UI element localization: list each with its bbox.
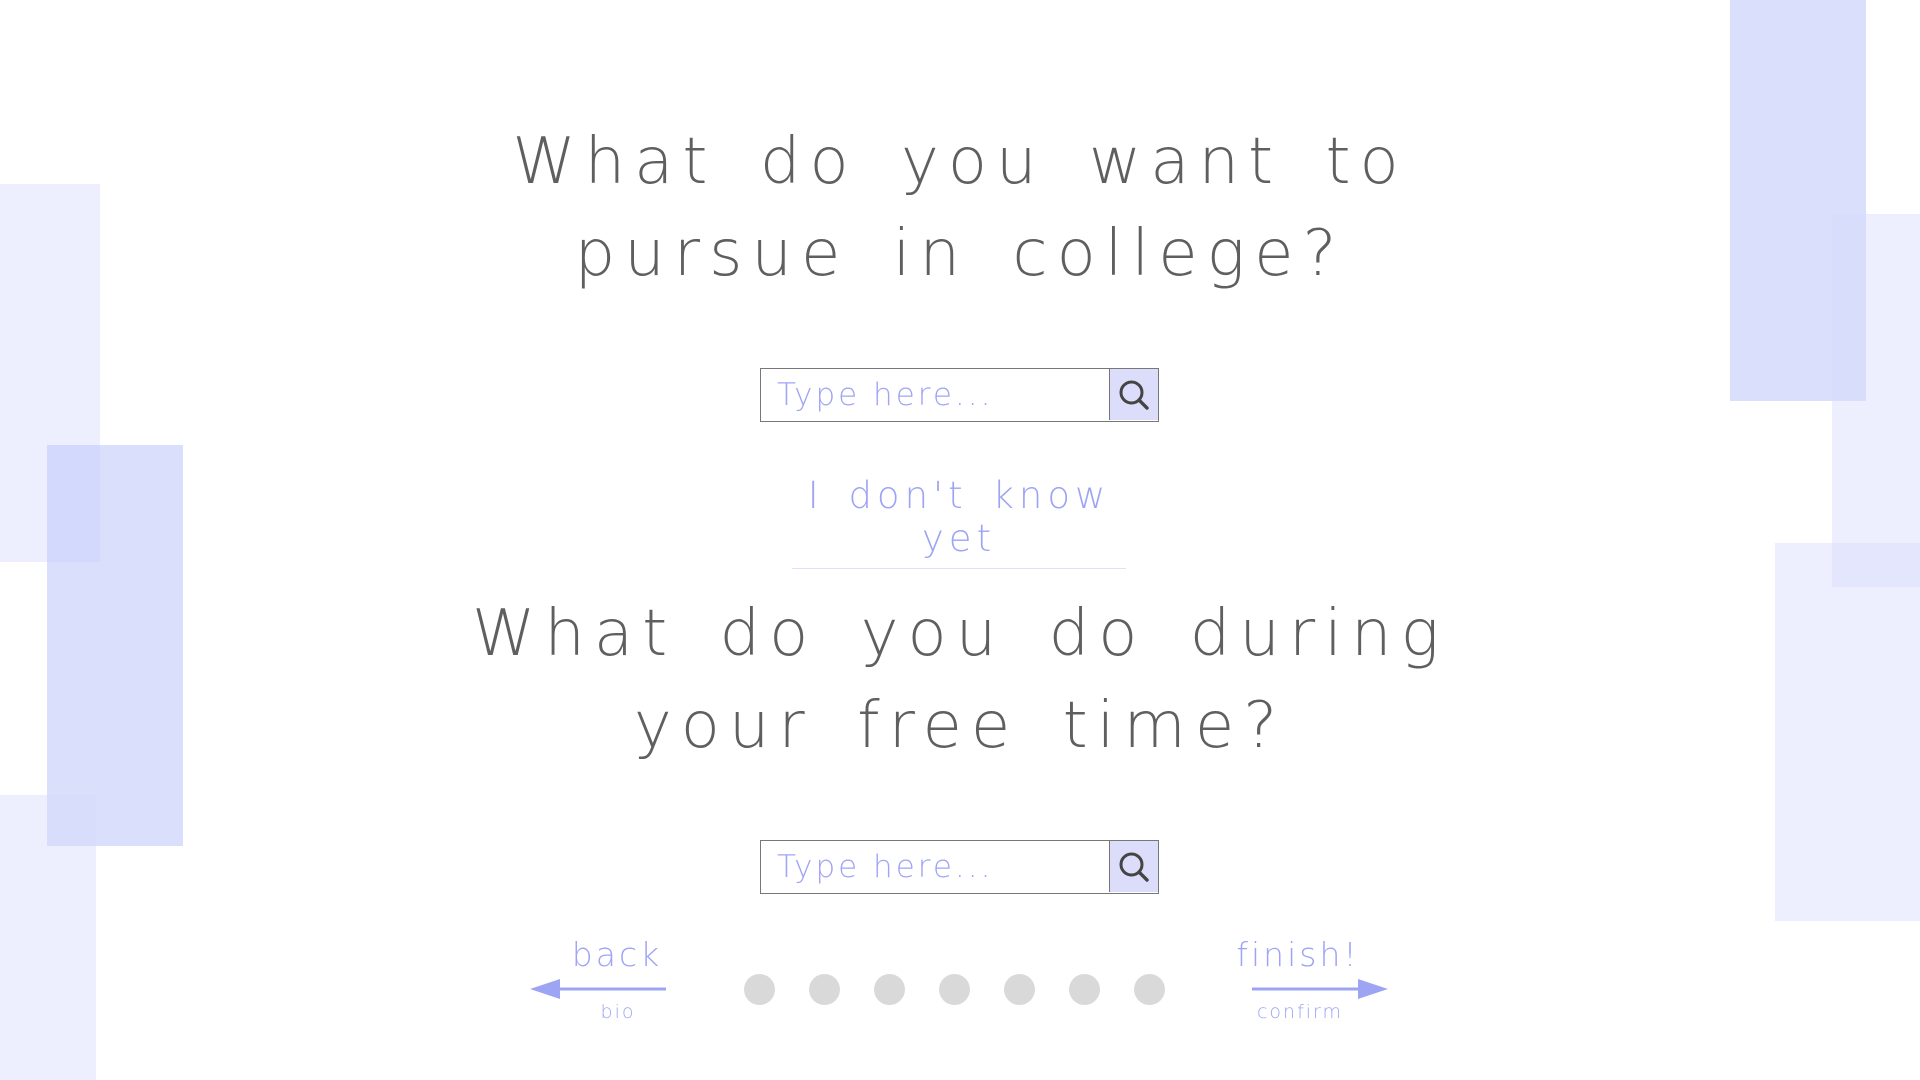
free-time-search-button[interactable] bbox=[1109, 841, 1158, 892]
college-search-input[interactable] bbox=[761, 369, 1111, 420]
arrow-right-icon[interactable] bbox=[1250, 976, 1390, 1002]
free-time-search-box bbox=[760, 840, 1159, 894]
back-sublabel: bio bbox=[600, 1001, 636, 1023]
step-dot-2[interactable] bbox=[809, 974, 840, 1005]
question-college-line2: pursue in college? bbox=[574, 217, 1346, 291]
step-dot-1[interactable] bbox=[744, 974, 775, 1005]
question-free-time-line2: your free time? bbox=[633, 689, 1287, 763]
step-dot-3[interactable] bbox=[874, 974, 905, 1005]
decor-block-left-bottom bbox=[0, 795, 96, 1080]
decor-block-right-middle bbox=[1832, 214, 1920, 587]
search-icon bbox=[1119, 852, 1149, 882]
step-dot-6[interactable] bbox=[1069, 974, 1100, 1005]
finish-sublabel: confirm bbox=[1256, 1001, 1344, 1023]
free-time-search-input[interactable] bbox=[761, 841, 1111, 892]
step-dot-7[interactable] bbox=[1134, 974, 1165, 1005]
question-free-time-heading: What do you do during your free time? bbox=[460, 588, 1460, 772]
college-search-button[interactable] bbox=[1109, 369, 1158, 420]
decor-block-left-middle bbox=[47, 445, 183, 846]
back-button[interactable]: back bbox=[562, 935, 672, 974]
college-search-box bbox=[760, 368, 1159, 422]
decor-block-right-bottom bbox=[1775, 543, 1920, 921]
question-college-line1: What do you want to bbox=[512, 125, 1408, 199]
search-icon bbox=[1119, 380, 1149, 410]
arrow-left-icon[interactable] bbox=[528, 976, 668, 1002]
finish-button[interactable]: finish! bbox=[1236, 935, 1360, 974]
dont-know-yet-link[interactable]: I don't know yet bbox=[792, 474, 1126, 569]
step-dot-4[interactable] bbox=[939, 974, 970, 1005]
step-dot-5[interactable] bbox=[1004, 974, 1035, 1005]
question-free-time-line1: What do you do during bbox=[472, 597, 1448, 671]
question-college-heading: What do you want to pursue in college? bbox=[460, 116, 1460, 300]
step-indicator bbox=[744, 974, 1165, 1005]
